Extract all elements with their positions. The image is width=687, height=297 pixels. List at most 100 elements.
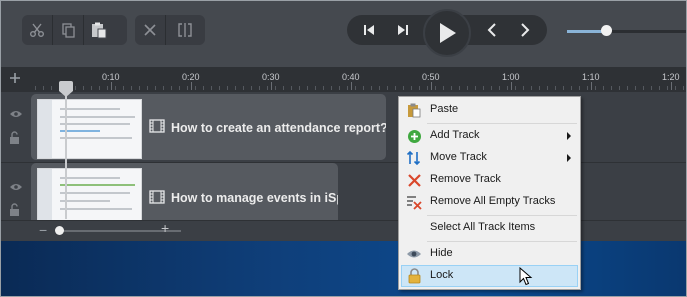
ruler-minor-tick (179, 86, 180, 90)
ruler-minor-tick (347, 86, 348, 90)
timeline-zoom-control: − + (31, 220, 186, 240)
ruler-minor-tick (515, 86, 516, 90)
step-forward-button[interactable] (393, 20, 413, 40)
ruler-minor-tick (419, 86, 420, 90)
ruler-minor-tick (91, 86, 92, 90)
ruler-minor-tick (379, 86, 380, 90)
scissors-icon (30, 23, 44, 37)
menu-item-move-track[interactable]: Move Track (401, 147, 578, 169)
ruler-minor-tick (603, 86, 604, 90)
ruler-tick (511, 82, 512, 90)
delete-button[interactable] (135, 15, 165, 45)
film-icon (149, 119, 165, 133)
timeline-ruler[interactable]: 0:10 0:20 0:30 0:40 0:50 1:00 1:10 1:20 (1, 67, 686, 91)
menu-item-remove-track[interactable]: Remove Track (401, 169, 578, 191)
track-lock-button[interactable] (9, 203, 21, 219)
unlock-icon (10, 203, 19, 216)
ruler-minor-tick (251, 86, 252, 90)
ruler-minor-tick (155, 86, 156, 90)
ruler-minor-tick (107, 86, 108, 90)
menu-separator (427, 215, 577, 216)
ruler-tick-label: 0:30 (262, 72, 280, 82)
ruler-minor-tick (531, 86, 532, 90)
ruler-minor-tick (331, 86, 332, 90)
ruler-tick (191, 82, 192, 90)
ruler-tick (351, 82, 352, 90)
menu-item-remove-all-empty-tracks[interactable]: Remove All Empty Tracks (401, 191, 578, 213)
submenu-arrow-icon (567, 154, 571, 162)
playhead-tip (59, 91, 73, 97)
ruler-minor-tick (443, 86, 444, 90)
ruler-tick (111, 82, 112, 90)
menu-item-label: Lock (430, 269, 454, 281)
paste-button[interactable] (84, 15, 114, 45)
track-visibility-button[interactable] (9, 181, 23, 195)
cut-button[interactable] (22, 15, 52, 45)
ruler-minor-tick (339, 86, 340, 90)
ruler-minor-tick (267, 86, 268, 90)
rewind-button[interactable] (359, 20, 379, 40)
ruler-minor-tick (579, 86, 580, 90)
previous-marker-button[interactable] (482, 20, 502, 40)
ruler-tick (431, 82, 432, 90)
menu-item-label: Select All Track Items (430, 221, 536, 233)
play-button[interactable] (423, 9, 471, 57)
ruler-minor-tick (491, 86, 492, 90)
unlock-icon (10, 131, 19, 144)
menu-item-add-track[interactable]: Add Track (401, 125, 578, 147)
ruler-minor-tick (147, 86, 148, 90)
menu-item-hide[interactable]: Hide (401, 243, 578, 265)
add-track-button[interactable] (9, 71, 21, 89)
ruler-minor-tick (475, 86, 476, 90)
playhead-handle[interactable] (59, 81, 73, 91)
track-header (1, 91, 31, 162)
copy-button[interactable] (53, 15, 83, 45)
lock-icon (408, 268, 420, 284)
eye-icon (10, 184, 22, 190)
timeline-zoom-handle[interactable] (55, 226, 64, 235)
ruler-minor-tick (459, 86, 460, 90)
track-header (1, 162, 31, 220)
ruler-minor-tick (123, 86, 124, 90)
menu-item-select-all-track-items[interactable]: Select All Track Items (401, 217, 578, 239)
menu-item-paste[interactable]: Paste (401, 99, 578, 121)
zoom-slider[interactable] (567, 30, 686, 33)
menu-item-label: Add Track (430, 129, 480, 141)
clip-title: How to create an attendance report? (171, 121, 386, 135)
split-button[interactable] (166, 15, 204, 45)
ruler-minor-tick (363, 86, 364, 90)
desktop-background (1, 241, 686, 296)
ruler-minor-tick (555, 86, 556, 90)
ruler-minor-tick (259, 86, 260, 90)
ruler-minor-tick (539, 86, 540, 90)
ruler-minor-tick (627, 86, 628, 90)
media-clip[interactable]: How to create an attendance report? (31, 94, 386, 160)
track-lock-button[interactable] (9, 131, 21, 147)
ruler-minor-tick (563, 86, 564, 90)
menu-item-lock[interactable]: Lock (401, 265, 578, 287)
ruler-minor-tick (523, 86, 524, 90)
next-marker-button[interactable] (515, 20, 535, 40)
ruler-minor-tick (611, 86, 612, 90)
toolbar (1, 1, 686, 67)
ruler-minor-tick (51, 86, 52, 90)
menu-item-label: Move Track (430, 151, 487, 163)
ruler-minor-tick (435, 86, 436, 90)
zoom-out-button[interactable]: − (39, 222, 47, 238)
ruler-minor-tick (211, 86, 212, 90)
ruler-minor-tick (299, 86, 300, 90)
ruler-minor-tick (483, 86, 484, 90)
ruler-minor-tick (187, 86, 188, 90)
track-visibility-button[interactable] (9, 108, 23, 122)
zoom-slider-handle[interactable] (601, 25, 613, 36)
ruler-minor-tick (315, 86, 316, 90)
ruler-minor-tick (507, 86, 508, 90)
media-clip[interactable]: How to manage events in iSp (31, 163, 338, 220)
ruler-tick-label: 1:10 (582, 72, 600, 82)
ruler-minor-tick (651, 86, 652, 90)
menu-item-label: Remove All Empty Tracks (430, 195, 556, 207)
next-marker-icon (521, 23, 530, 37)
zoom-in-button[interactable]: + (161, 220, 169, 236)
ruler-tick-label: 0:10 (102, 72, 120, 82)
ruler-minor-tick (235, 86, 236, 90)
